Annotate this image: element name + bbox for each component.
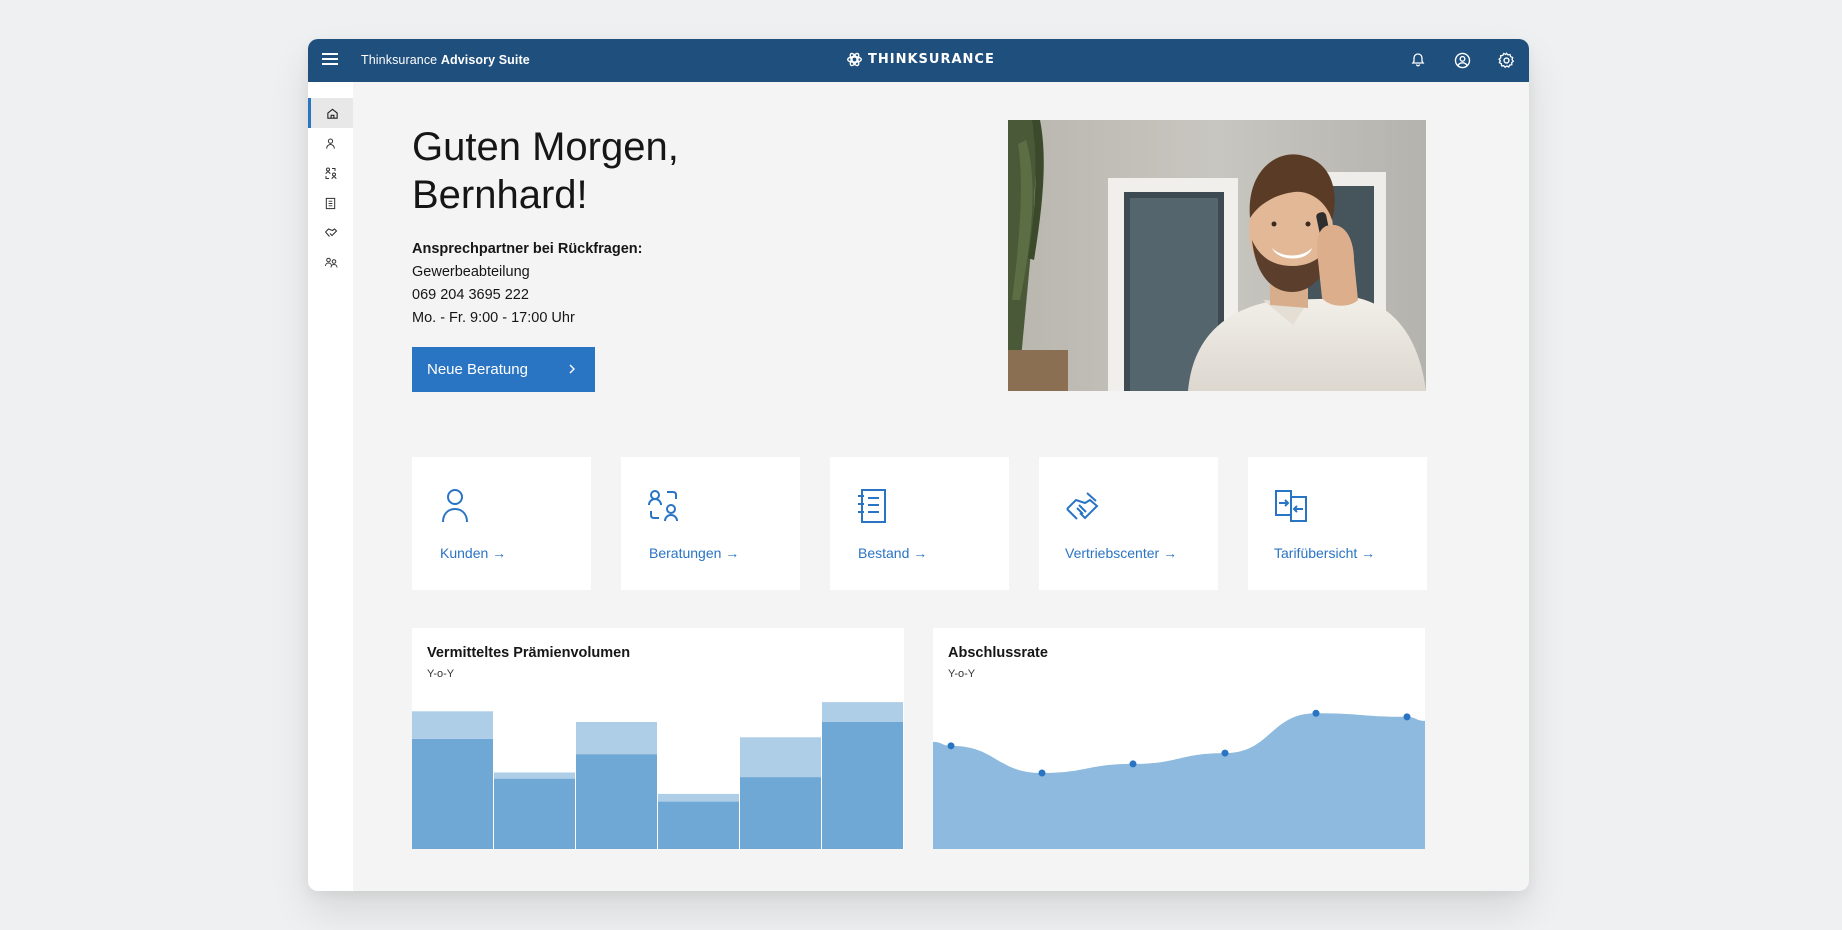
tile-portfolio-label: Bestand → [858, 545, 927, 561]
top-bar: Thinksurance Advisory Suite THINKSURANCE [308, 39, 1529, 82]
user-circle-icon[interactable] [1451, 49, 1473, 71]
consultation-icon [648, 490, 678, 522]
portfolio-icon [325, 197, 336, 209]
greeting-line-2: Bernhard! [412, 173, 588, 217]
closing-rate-chart [933, 709, 1425, 849]
tile-tariff-overview-text: Tarifübersicht [1274, 545, 1358, 561]
bar-1-segment-0 [494, 778, 575, 849]
area-series [933, 713, 1425, 849]
bar-0-segment-1 [412, 711, 493, 739]
hamburger-menu-icon[interactable] [322, 53, 338, 67]
brand-logo[interactable]: THINKSURANCE [846, 51, 995, 68]
sidebar-item-portfolio[interactable] [308, 188, 353, 218]
handshake-icon [324, 228, 337, 237]
brand-name: THINKSURANCE [868, 52, 995, 67]
tile-sales-center-label: Vertriebscenter → [1065, 545, 1177, 561]
data-point-1 [1038, 769, 1046, 777]
chevron-right-icon [569, 364, 575, 374]
user-icon [442, 489, 468, 523]
data-point-3 [1221, 749, 1229, 757]
sidebar-item-users[interactable] [308, 248, 353, 278]
hero-image [1008, 120, 1426, 391]
tile-portfolio-text: Bestand [858, 545, 910, 561]
bell-icon[interactable] [1407, 49, 1429, 71]
greeting-line-1: Guten Morgen, [412, 125, 679, 169]
arrow-right-icon: → [492, 545, 507, 561]
premium-volume-chart [412, 702, 903, 849]
header-actions [1407, 49, 1517, 71]
app-title-prefix: Thinksurance [361, 53, 438, 67]
tile-sales-center[interactable]: Vertriebscenter → [1039, 457, 1218, 590]
closing-rate-card: Abschlussrate Y-o-Y [933, 628, 1425, 849]
home-icon [326, 108, 338, 119]
brand-logo-icon [847, 52, 862, 67]
bar-3-segment-1 [658, 793, 739, 802]
data-point-4 [1312, 709, 1320, 717]
tile-customers-text: Kunden [440, 545, 489, 561]
arrow-right-icon: → [1361, 545, 1376, 561]
arrow-right-icon: → [725, 545, 740, 561]
tariff-compare-icon [1275, 490, 1307, 522]
bar-3-segment-0 [658, 801, 739, 849]
data-point-0 [947, 742, 955, 750]
user-icon [326, 138, 335, 149]
consultation-icon [325, 167, 336, 180]
data-point-2 [1129, 760, 1137, 768]
sidebar-item-sales-center[interactable] [308, 218, 353, 248]
contact-department: Gewerbeabteilung [412, 264, 530, 280]
sidebar-item-consultations[interactable] [308, 158, 353, 188]
premium-volume-card: Vermitteltes Prämienvolumen Y-o-Y [412, 628, 904, 849]
tile-consultations[interactable]: Beratungen → [621, 457, 800, 590]
bar-4-segment-1 [740, 737, 821, 778]
sidebar-item-customers[interactable] [308, 128, 353, 158]
tile-customers[interactable]: Kunden → [412, 457, 591, 590]
app-window: Thinksurance Advisory Suite THINKSURANCE [308, 39, 1529, 891]
data-point-5 [1403, 713, 1411, 721]
app-title: Thinksurance Advisory Suite [361, 53, 530, 67]
arrow-right-icon: → [1163, 545, 1178, 561]
bar-2-segment-0 [576, 754, 657, 849]
app-title-suffix: Advisory Suite [440, 53, 530, 67]
new-consultation-button[interactable]: Neue Beratung [412, 347, 595, 392]
tile-tariff-overview[interactable]: Tarifübersicht → [1248, 457, 1427, 590]
tile-consultations-label: Beratungen → [649, 545, 739, 561]
bar-1-segment-1 [494, 772, 575, 779]
contact-hours: Mo. - Fr. 9:00 - 17:00 Uhr [412, 310, 575, 326]
tile-sales-center-text: Vertriebscenter [1065, 545, 1160, 561]
bar-4-segment-0 [740, 777, 821, 849]
settings-icon[interactable] [1495, 49, 1517, 71]
bar-0-segment-0 [412, 738, 493, 849]
users-icon [324, 257, 337, 268]
arrow-right-icon: → [913, 545, 928, 561]
bar-5-segment-0 [822, 722, 903, 849]
contact-info: Ansprechpartner bei Rückfragen: Gewerbea… [412, 238, 642, 330]
handshake-icon [1066, 492, 1099, 520]
sidebar-item-home[interactable] [308, 98, 353, 128]
tile-tariff-overview-label: Tarifübersicht → [1274, 545, 1375, 561]
tile-customers-label: Kunden → [440, 545, 506, 561]
sidebar [308, 82, 353, 891]
tile-portfolio[interactable]: Bestand → [830, 457, 1009, 590]
new-consultation-label: Neue Beratung [427, 361, 528, 378]
contact-phone: 069 204 3695 222 [412, 287, 529, 303]
portfolio-icon [858, 489, 886, 523]
bar-5-segment-1 [822, 702, 903, 723]
greeting-heading: Guten Morgen, Bernhard! [412, 123, 679, 219]
tile-consultations-text: Beratungen [649, 545, 722, 561]
contact-label: Ansprechpartner bei Rückfragen: [412, 241, 643, 257]
bar-2-segment-1 [576, 722, 657, 755]
